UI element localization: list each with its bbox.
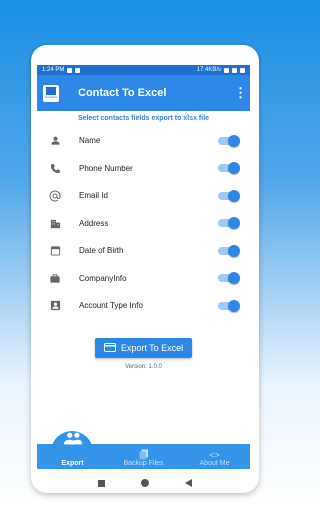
phone-frame: 1:24 PM 17.4KB/s Contacts Contact To Exc… <box>31 45 259 493</box>
battery-icon <box>240 67 245 73</box>
notification-icon <box>67 67 73 73</box>
version-text: Version: 1.0.0 <box>125 363 162 370</box>
field-label: Phone Number <box>79 163 133 173</box>
field-label: Date of Birth <box>79 246 124 256</box>
nav-label: About Me <box>199 460 230 467</box>
export-area: Export To Excel <box>37 337 250 358</box>
status-network-speed: 17.4KB/s <box>196 67 221 73</box>
nav-about-me[interactable]: <> About Me <box>179 444 250 469</box>
calendar-icon <box>49 245 61 257</box>
export-to-excel-button[interactable]: Export To Excel <box>94 337 193 358</box>
instructions-text: Select contacts fields export to xlsx fi… <box>77 115 210 122</box>
nav-backup-files[interactable]: Backup Files <box>108 444 179 469</box>
card-icon <box>103 343 116 352</box>
building-icon <box>49 217 61 229</box>
app-bar: Contacts Contact To Excel ⋮ <box>37 75 250 111</box>
field-row-address: Address <box>37 210 250 238</box>
field-row-dob: Date of Birth <box>37 237 250 265</box>
field-label: Email Id <box>79 191 108 201</box>
app-logo: Contacts <box>43 84 59 102</box>
system-navigation-bar <box>31 473 259 493</box>
field-row-company: CompanyInfo <box>37 265 250 293</box>
home-icon[interactable] <box>141 479 149 487</box>
files-icon <box>139 449 148 460</box>
person-icon <box>49 135 61 147</box>
phone-icon <box>49 162 61 174</box>
field-label: Account Type Info <box>79 301 143 311</box>
dob-toggle[interactable] <box>218 244 240 257</box>
briefcase-icon <box>49 272 61 284</box>
phone-toggle[interactable] <box>218 162 240 175</box>
account-type-toggle[interactable] <box>218 299 240 312</box>
field-row-phone: Phone Number <box>37 155 250 183</box>
overflow-menu-icon[interactable]: ⋮ <box>234 85 247 101</box>
email-toggle[interactable] <box>218 189 240 202</box>
group-icon <box>63 432 82 445</box>
name-toggle[interactable] <box>218 134 240 147</box>
field-label: Address <box>79 218 109 228</box>
field-list: Name Phone Number Email Id Address Date … <box>37 127 250 320</box>
field-label: CompanyInfo <box>79 273 127 283</box>
code-icon: <> <box>209 450 220 460</box>
logo-text: Contacts <box>45 95 57 99</box>
company-toggle[interactable] <box>218 272 240 285</box>
nav-label: Export <box>61 460 84 467</box>
status-bar: 1:24 PM 17.4KB/s <box>37 65 250 75</box>
at-icon <box>49 190 61 202</box>
status-time: 1:24 PM <box>42 67 65 73</box>
field-row-email: Email Id <box>37 182 250 210</box>
export-button-label: Export To Excel <box>120 342 184 353</box>
app-screen: 1:24 PM 17.4KB/s Contacts Contact To Exc… <box>37 65 250 469</box>
wifi-icon <box>224 67 229 73</box>
gallery-icon <box>75 67 81 73</box>
field-row-name: Name <box>37 127 250 155</box>
nav-label: Backup Files <box>123 460 164 467</box>
field-label: Name <box>79 136 101 146</box>
signal-icon <box>232 67 237 73</box>
nav-export[interactable]: Export <box>37 432 108 469</box>
recents-icon[interactable] <box>98 479 105 487</box>
account-box-icon <box>49 300 61 312</box>
address-toggle[interactable] <box>218 217 240 230</box>
back-icon[interactable] <box>185 479 192 487</box>
bottom-navigation: Export Backup Files <> About Me <box>37 432 250 469</box>
spreadsheet-icon <box>46 87 56 95</box>
field-row-account-type: Account Type Info <box>37 292 250 320</box>
app-title: Contact To Excel <box>78 87 167 99</box>
